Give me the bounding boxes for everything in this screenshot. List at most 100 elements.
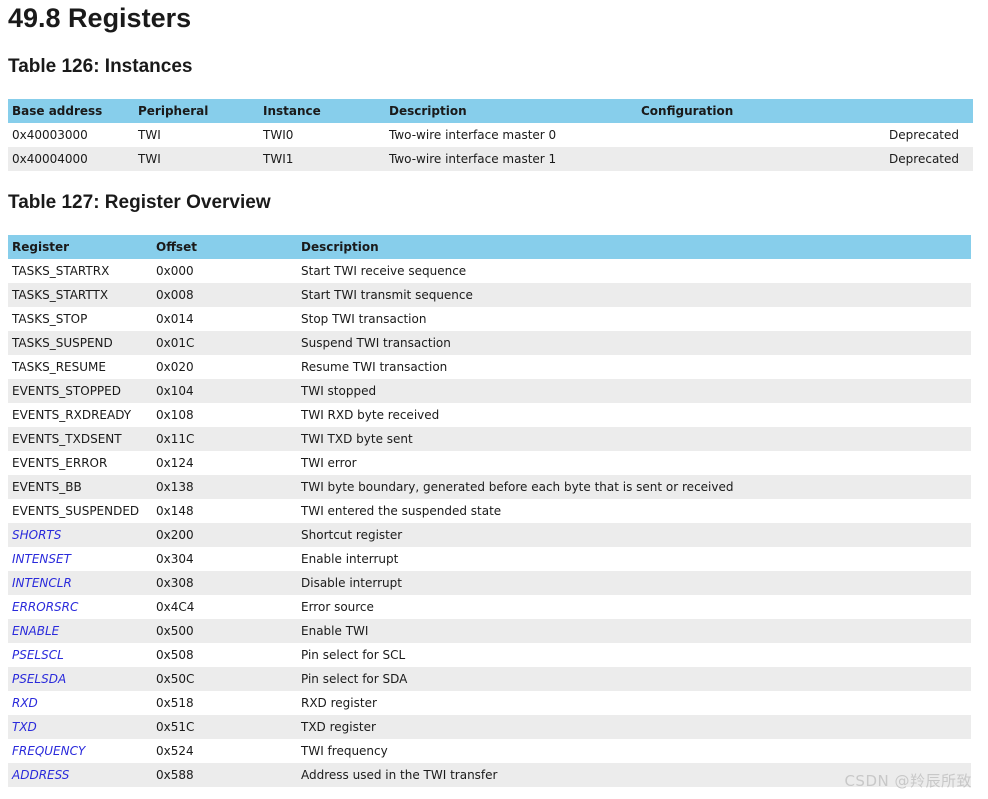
peripheral-cell: TWI <box>134 147 259 171</box>
description-cell: TWI byte boundary, generated before each… <box>297 475 971 499</box>
offset-cell: 0x11C <box>152 427 297 451</box>
description-cell: Error source <box>301 600 374 614</box>
table-row: ERRORSRC 0x4C4 Error source <box>8 595 971 619</box>
register-name-cell: TASKS_RESUME <box>12 360 106 374</box>
table-row: INTENSET 0x304 Enable interrupt <box>8 547 971 571</box>
table-row: 0x40003000 TWI TWI0 Two-wire interface m… <box>8 123 973 147</box>
offset-cell: 0x124 <box>156 456 194 470</box>
configuration-cell: Deprecated <box>637 147 973 171</box>
offset-cell: 0x000 <box>156 264 194 278</box>
instances-table: Base address Peripheral Instance Descrip… <box>8 99 973 171</box>
table-row: TASKS_RESUME 0x020 Resume TWI transaction <box>8 355 971 379</box>
column-header-configuration: Configuration <box>637 99 973 123</box>
table-row: TASKS_STOP 0x014 Stop TWI transaction <box>8 307 971 331</box>
offset-cell: 0x008 <box>152 283 297 307</box>
table-127-title: Table 127: Register Overview <box>8 192 271 213</box>
register-name-cell: TASKS_STARTTX <box>8 283 152 307</box>
register-link[interactable]: SHORTS <box>12 528 61 542</box>
offset-cell: 0x138 <box>152 475 297 499</box>
table-row: EVENTS_ERROR 0x124 TWI error <box>8 451 971 475</box>
table-row: EVENTS_BB 0x138 TWI byte boundary, generat… <box>8 475 971 499</box>
description-cell: TXD register <box>297 715 971 739</box>
offset-cell: 0x014 <box>156 312 194 326</box>
column-header-peripheral: Peripheral <box>134 99 259 123</box>
register-name-cell: PSELSDA <box>8 667 152 691</box>
offset-cell: 0x108 <box>156 408 194 422</box>
offset-cell: 0x01C <box>152 331 297 355</box>
instances-header-row: Base address Peripheral Instance Descrip… <box>8 99 973 123</box>
register-name-cell: EVENTS_BB <box>8 475 152 499</box>
description-cell: Enable interrupt <box>301 552 399 566</box>
column-header-instance: Instance <box>259 99 385 123</box>
register-name-cell: ENABLE <box>8 619 152 643</box>
register-name-cell: EVENTS_ERROR <box>12 456 108 470</box>
base-address-cell: 0x40003000 <box>12 128 88 142</box>
description-cell: Two-wire interface master 0 <box>389 128 557 142</box>
offset-cell: 0x308 <box>152 571 297 595</box>
table-row: EVENTS_TXDSENT 0x11C TWI TXD byte sent <box>8 427 971 451</box>
table-row: TASKS_SUSPEND 0x01C Suspend TWI transactio… <box>8 331 971 355</box>
description-cell: TWI error <box>301 456 357 470</box>
description-cell: Enable TWI <box>297 619 971 643</box>
description-cell: Resume TWI transaction <box>301 360 448 374</box>
register-name-cell: TXD <box>8 715 152 739</box>
instance-cell: TWI0 <box>263 128 294 142</box>
description-cell: TWI stopped <box>297 379 971 403</box>
description-cell: TWI entered the suspended state <box>301 504 502 518</box>
table-row: FREQUENCY 0x524 TWI frequency <box>8 739 971 763</box>
description-cell: Shortcut register <box>297 523 971 547</box>
offset-cell: 0x104 <box>152 379 297 403</box>
description-cell: Stop TWI transaction <box>301 312 427 326</box>
description-cell: Start TWI transmit sequence <box>297 283 971 307</box>
register-name-cell: ADDRESS <box>8 763 152 787</box>
column-header-offset: Offset <box>152 235 297 259</box>
instance-cell: TWI1 <box>259 147 385 171</box>
offset-cell: 0x508 <box>156 648 194 662</box>
offset-cell: 0x020 <box>156 360 194 374</box>
description-cell: Pin select for SCL <box>301 648 406 662</box>
table-row: TASKS_STARTTX 0x008 Start TWI transmit seq… <box>8 283 971 307</box>
description-cell: Suspend TWI transaction <box>297 331 971 355</box>
register-name-cell: RXD <box>8 691 152 715</box>
table-row: PSELSDA 0x50C Pin select for SDA <box>8 667 971 691</box>
peripheral-cell: TWI <box>138 128 161 142</box>
register-link[interactable]: FREQUENCY <box>12 744 85 758</box>
table-row: SHORTS 0x200 Shortcut register <box>8 523 971 547</box>
register-link[interactable]: ERRORSRC <box>12 600 78 614</box>
register-name-cell: TASKS_SUSPEND <box>8 331 152 355</box>
register-link[interactable]: ADDRESS <box>12 768 69 782</box>
offset-cell: 0x148 <box>156 504 194 518</box>
column-header-register: Register <box>8 235 152 259</box>
offset-cell: 0x524 <box>156 744 194 758</box>
offset-cell: 0x518 <box>156 696 194 710</box>
register-overview-table: Register Offset Description TASKS_STARTR… <box>8 235 971 787</box>
table-row: INTENCLR 0x308 Disable interrupt <box>8 571 971 595</box>
register-link[interactable]: PSELSCL <box>12 648 64 662</box>
column-header-base-address: Base address <box>8 99 134 123</box>
column-header-description: Description <box>385 99 637 123</box>
watermark: CSDN @羚辰所致 <box>844 772 972 790</box>
register-link[interactable]: INTENCLR <box>12 576 72 590</box>
table-row: ADDRESS 0x588 Address used in the TWI tran… <box>8 763 971 787</box>
register-link[interactable]: PSELSDA <box>12 672 66 686</box>
offset-cell: 0x4C4 <box>156 600 195 614</box>
register-link[interactable]: TXD <box>12 720 37 734</box>
table-row: EVENTS_RXDREADY 0x108 TWI RXD byte receive… <box>8 403 971 427</box>
table-row: TXD 0x51C TXD register <box>8 715 971 739</box>
table-row: 0x40004000 TWI TWI1 Two-wire interface m… <box>8 147 973 171</box>
offset-cell: 0x500 <box>152 619 297 643</box>
register-name-cell: TASKS_STARTRX <box>12 264 110 278</box>
register-name-cell: TASKS_STOP <box>12 312 88 326</box>
description-cell: TWI RXD byte received <box>301 408 440 422</box>
offset-cell: 0x304 <box>156 552 194 566</box>
register-link[interactable]: ENABLE <box>12 624 59 638</box>
register-name-cell: EVENTS_SUSPENDED <box>12 504 140 518</box>
description-cell: Start TWI receive sequence <box>301 264 467 278</box>
column-header-description: Description <box>297 235 971 259</box>
register-link[interactable]: RXD <box>12 696 38 710</box>
register-name-cell: INTENSET <box>8 547 152 571</box>
register-name-cell: PSELSCL <box>8 643 152 667</box>
table-row: ENABLE 0x500 Enable TWI <box>8 619 971 643</box>
offset-cell: 0x50C <box>152 667 297 691</box>
register-link[interactable]: INTENSET <box>12 552 71 566</box>
